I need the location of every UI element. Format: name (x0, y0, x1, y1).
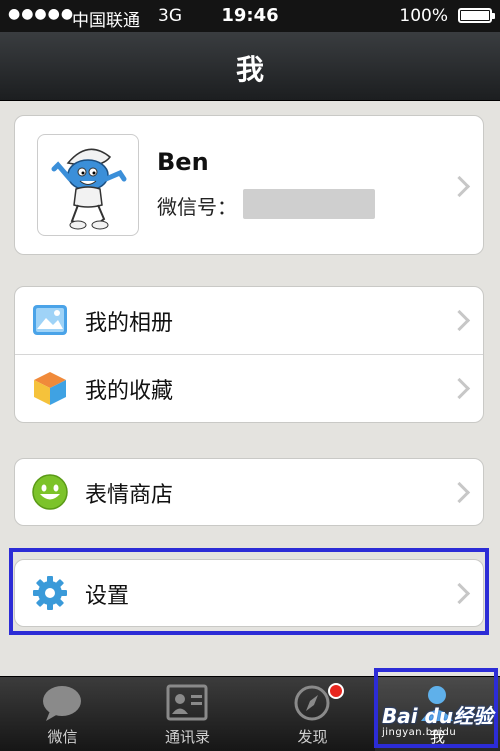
menu-group-store: 表情商店 (14, 458, 484, 526)
profile-name: Ben (157, 148, 209, 176)
menu-group-personal: 我的相册 我的收藏 (14, 286, 484, 423)
wechat-id-redacted (243, 189, 375, 219)
menu-item-label: 我的相册 (85, 311, 174, 336)
menu-item-label: 表情商店 (85, 483, 174, 508)
chevron-right-icon (448, 481, 471, 504)
contacts-icon (166, 684, 208, 721)
menu-item-label: 我的收藏 (85, 379, 174, 404)
notification-badge (328, 683, 344, 699)
tab-label: 通讯录 (164, 728, 210, 746)
smiley-icon (32, 474, 68, 510)
smurf-avatar-icon (51, 148, 127, 230)
photo-album-icon (33, 305, 67, 335)
menu-item-favorites[interactable]: 我的收藏 (15, 355, 483, 421)
battery-icon (458, 8, 495, 23)
settings-highlight-box (9, 548, 489, 635)
page-title: 我 (235, 53, 264, 86)
tab-discover[interactable]: 发现 (250, 677, 375, 751)
menu-item-sticker-store[interactable]: 表情商店 (15, 459, 483, 525)
navigation-bar: 我 (0, 32, 500, 101)
tab-contacts[interactable]: 通讯录 (125, 677, 250, 751)
menu-item-album[interactable]: 我的相册 (15, 287, 483, 353)
battery-percent: 100% (399, 6, 448, 26)
favorites-cube-icon (34, 372, 66, 405)
chevron-right-icon (448, 309, 471, 332)
avatar[interactable] (37, 134, 139, 236)
wechat-id-label: 微信号： (157, 195, 237, 219)
status-bar: ●●●●● 中国联通 3G 19:46 100% (0, 0, 500, 32)
tab-label: 发现 (297, 728, 328, 746)
profile-card[interactable]: Ben 微信号： (14, 115, 484, 255)
chat-bubble-icon (43, 686, 81, 721)
tab-me-highlight-box (374, 668, 498, 748)
tab-chats[interactable]: 微信 (0, 677, 125, 751)
chevron-right-icon (448, 175, 471, 198)
tab-label: 微信 (47, 728, 78, 746)
chevron-right-icon (448, 377, 471, 400)
